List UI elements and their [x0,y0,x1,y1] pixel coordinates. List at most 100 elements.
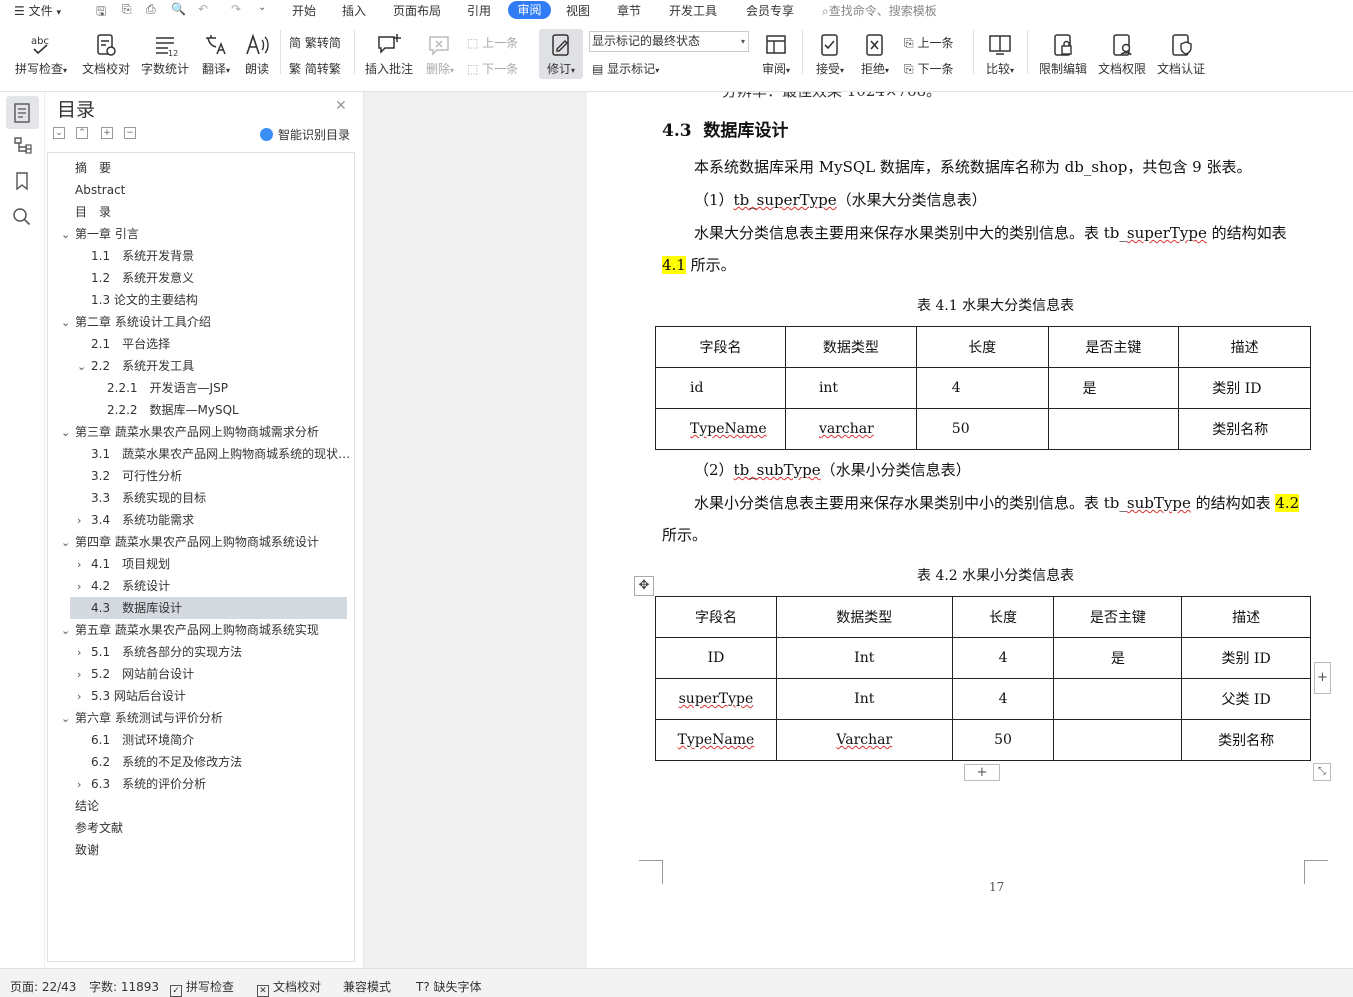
toc-item[interactable]: 1.1 系统开发背景 [77,245,353,267]
toc-item[interactable]: 目 录 [61,201,353,223]
document-page[interactable]: 分辨率：最佳效果 1024×768。 4.3 数据库设计 本系统数据库采用 My… [587,92,1353,968]
table-cell[interactable]: 类别名称 [1178,408,1311,450]
remove-level-icon[interactable]: − [124,127,136,139]
chevron-down-icon[interactable]: ⌄ [61,224,75,245]
toc-item[interactable]: 1.3 论文的主要结构 [77,289,353,311]
toc-item[interactable]: 结论 [61,795,353,817]
toc-item[interactable]: › 4.2 系统设计 [77,575,353,597]
next-comment-button[interactable]: ⬚ 下一条 [467,60,518,77]
table-header-cell[interactable]: 数据类型 [775,596,953,638]
toc-item[interactable]: ⌄ 第一章 引言 [61,223,353,245]
table-cell[interactable] [1047,408,1180,450]
chevron-down-icon[interactable]: ⌄ [61,708,75,729]
table-cell[interactable]: 4 [915,367,1049,409]
collapse-all-icon[interactable]: ⌄ [53,127,65,139]
translate-button[interactable]: 翻译▾ [198,32,234,77]
table-cell[interactable]: int [784,367,917,409]
expand-up-icon[interactable]: ⌃ [76,127,88,139]
table-header-cell[interactable]: 长度 [915,326,1049,368]
doc-permission-button[interactable]: 文档权限 [1096,32,1148,77]
read-aloud-button[interactable]: 朗读 [242,32,272,77]
status-proofread[interactable]: ✕ 文档校对 [257,978,321,997]
chevron-down-icon[interactable]: ⌄ [61,532,75,553]
word-count[interactable]: 字数: 11893 [89,978,159,995]
add-level-icon[interactable]: + [101,127,113,139]
search-icon[interactable] [11,206,33,228]
tab-references[interactable]: 引用 [467,2,491,19]
toc-item[interactable]: 6.1 测试环境简介 [77,729,353,751]
chevron-right-icon[interactable]: › [77,774,91,795]
table-cell[interactable] [1053,719,1183,761]
toc-item[interactable]: › 4.1 项目规划 [77,553,353,575]
data-table[interactable]: 字段名 数据类型 长度 是否主键 描述 id int 4 是 类别 ID TypeName varch… [655,326,1311,450]
trad-to-simp-button[interactable]: 简 繁转简 [289,34,341,51]
toc-item[interactable]: › 5.2 网站前台设计 [77,663,353,685]
close-icon[interactable]: ✕ [335,98,347,114]
table-cell[interactable]: 4 [951,678,1055,720]
toc-item[interactable]: 2.2.2 数据库—MySQL [93,399,353,421]
table-cell[interactable]: Int [775,678,953,720]
table-header-cell[interactable]: 长度 [951,596,1055,638]
page-indicator[interactable]: 页面: 22/43 [10,978,76,995]
table-header-cell[interactable]: 描述 [1178,326,1311,368]
command-search[interactable]: ⌕查找命令、搜索模板 [822,2,937,19]
table-cell[interactable]: 是 [1047,367,1180,409]
toc-item[interactable]: 6.2 系统的不足及修改方法 [77,751,353,773]
word-count-button[interactable]: 123 字数统计 [140,32,190,77]
export-icon[interactable]: ⎘ [122,2,132,17]
toc-item[interactable]: ⌄ 第三章 蔬菜水果农产品网上购物商城需求分析 [61,421,353,443]
table-header-cell[interactable]: 数据类型 [784,326,917,368]
resize-table-icon[interactable]: ⤡ [1313,763,1331,781]
spell-check-button[interactable]: abc 拼写检查▾ [12,32,70,77]
tab-developer[interactable]: 开发工具 [669,2,717,19]
redo-icon[interactable]: ↷ [231,2,241,16]
restrict-editing-button[interactable]: 限制编辑 [1037,32,1089,77]
prev-comment-button[interactable]: ⬚ 上一条 [467,34,518,51]
add-row-button[interactable]: + [964,764,1000,781]
toc-item[interactable]: 2.2.1 开发语言—JSP [93,377,353,399]
bookmark-icon[interactable] [11,170,33,192]
table-cell[interactable] [1053,678,1183,720]
review-pane-button[interactable]: 审阅▾ [758,32,794,77]
tab-insert[interactable]: 插入 [342,2,366,19]
insert-comment-button[interactable]: 插入批注 [362,32,416,77]
proofread-button[interactable]: 文档校对 [80,32,132,77]
table-cell[interactable]: Varchar [775,719,953,761]
tab-view[interactable]: 视图 [566,2,590,19]
table-cell[interactable]: 50 [915,408,1049,450]
table-cell[interactable]: superType [655,678,777,720]
chevron-right-icon[interactable]: › [77,576,91,597]
toc-item[interactable]: 致谢 [61,839,353,861]
prev-change-button[interactable]: ⎘ 上一条 [904,34,953,51]
navigation-icon[interactable] [11,134,33,156]
table-cell[interactable]: 50 [951,719,1055,761]
toc-item[interactable]: 2.1 平台选择 [77,333,353,355]
tab-layout[interactable]: 页面布局 [393,2,441,19]
toc-item[interactable]: 摘 要 [61,157,353,179]
chevron-right-icon[interactable]: › [77,642,91,663]
tab-chapter[interactable]: 章节 [617,2,641,19]
chevron-right-icon[interactable]: › [77,686,91,707]
toc-item[interactable]: › 5.1 系统各部分的实现方法 [77,641,353,663]
toc-item[interactable]: ⌄ 第四章 蔬菜水果农产品网上购物商城系统设计 [61,531,353,553]
toc-item[interactable]: › 3.4 系统功能需求 [77,509,353,531]
smart-toc-button[interactable]: 智能识别目录 [260,126,350,143]
data-table[interactable]: 字段名 数据类型 长度 是否主键 描述 ID Int 4 是 类别 ID superType Int 4… [655,596,1311,761]
table-cell[interactable]: 父类 ID [1181,678,1311,720]
delete-comment-button[interactable]: 删除▾ [422,32,458,77]
reject-button[interactable]: 拒绝▾ [857,32,893,77]
add-column-button[interactable]: + [1314,662,1331,694]
toc-item[interactable]: 3.1 蔬菜水果农产品网上购物商城系统的现状分析 [77,443,353,465]
tab-review[interactable]: 审阅 [508,1,551,19]
print-icon[interactable]: ⎙ [146,2,156,17]
table-cell[interactable]: Int [775,637,953,679]
toc-item[interactable]: Abstract [61,179,353,201]
toc-item[interactable]: ⌄ 第二章 系统设计工具介绍 [61,311,353,333]
chevron-down-icon[interactable]: ⌄ [61,620,75,641]
markup-display-select[interactable]: 显示标记的最终状态 ▾ [589,31,749,52]
file-menu[interactable]: ☰ 文件 ▾ [14,2,61,19]
table-cell[interactable]: 4 [951,637,1055,679]
next-change-button[interactable]: ⎘ 下一条 [904,60,953,77]
toc-item[interactable]: ⌄ 2.2 系统开发工具 [77,355,353,377]
tab-member[interactable]: 会员专享 [746,2,794,19]
